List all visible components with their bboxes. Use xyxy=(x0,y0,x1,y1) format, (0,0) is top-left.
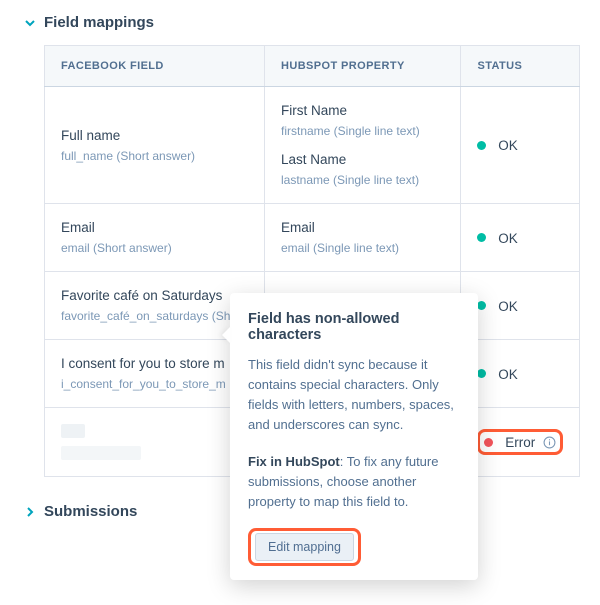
chevron-down-icon xyxy=(24,17,36,29)
field-mappings-section-toggle[interactable]: Field mappings xyxy=(24,14,580,31)
popover-body-2: Fix in HubSpot: To fix any future submis… xyxy=(248,452,460,512)
field-mappings-title: Field mappings xyxy=(44,14,154,31)
hp-property-label: First Name xyxy=(281,103,444,118)
status-dot-ok-icon xyxy=(477,141,486,150)
col-status: STATUS xyxy=(461,46,580,87)
status-dot-error-icon xyxy=(484,438,493,447)
fb-field-sub: favorite_café_on_saturdays (Sh xyxy=(61,309,248,323)
hp-property-label: Email xyxy=(281,220,444,235)
popover-fix-label: Fix in HubSpot xyxy=(248,454,340,469)
table-row: Full name full_name (Short answer) First… xyxy=(45,87,580,204)
error-popover: Field has non-allowed characters This fi… xyxy=(230,293,478,580)
hp-property-sub: email (Single line text) xyxy=(281,241,444,255)
edit-mapping-highlight: Edit mapping xyxy=(248,528,361,566)
hp-property-label: Last Name xyxy=(281,152,444,167)
edit-mapping-button[interactable]: Edit mapping xyxy=(255,533,354,561)
col-hubspot-property: HUBSPOT PROPERTY xyxy=(265,46,461,87)
table-row: Email email (Short answer) Email email (… xyxy=(45,204,580,272)
status-text: Error xyxy=(505,435,535,450)
status-text: OK xyxy=(498,298,518,313)
info-icon[interactable] xyxy=(543,436,556,449)
fb-field-sub: email (Short answer) xyxy=(61,241,248,255)
status-dot-ok-icon xyxy=(477,233,486,242)
chevron-right-icon xyxy=(24,506,36,518)
fb-field-label: I consent for you to store m xyxy=(61,356,248,371)
submissions-title: Submissions xyxy=(44,503,137,520)
fb-field-sub: full_name (Short answer) xyxy=(61,149,248,163)
placeholder-icon xyxy=(61,424,85,438)
status-text: OK xyxy=(498,138,518,153)
status-dot-ok-icon xyxy=(477,369,486,378)
popover-body-1: This field didn't sync because it contai… xyxy=(248,355,460,436)
fb-field-label: Email xyxy=(61,220,248,235)
col-facebook-field: FACEBOOK FIELD xyxy=(45,46,265,87)
fb-field-label: Full name xyxy=(61,128,248,143)
popover-title: Field has non-allowed characters xyxy=(248,311,460,343)
placeholder-icon xyxy=(61,446,141,460)
fb-field-sub: i_consent_for_you_to_store_m xyxy=(61,377,248,391)
status-dot-ok-icon xyxy=(477,301,486,310)
fb-field-label: Favorite café on Saturdays xyxy=(61,288,248,303)
hp-property-sub: lastname (Single line text) xyxy=(281,173,444,187)
error-highlight: Error xyxy=(477,429,563,455)
hp-property-sub: firstname (Single line text) xyxy=(281,124,444,138)
status-text: OK xyxy=(498,230,518,245)
status-text: OK xyxy=(498,366,518,381)
